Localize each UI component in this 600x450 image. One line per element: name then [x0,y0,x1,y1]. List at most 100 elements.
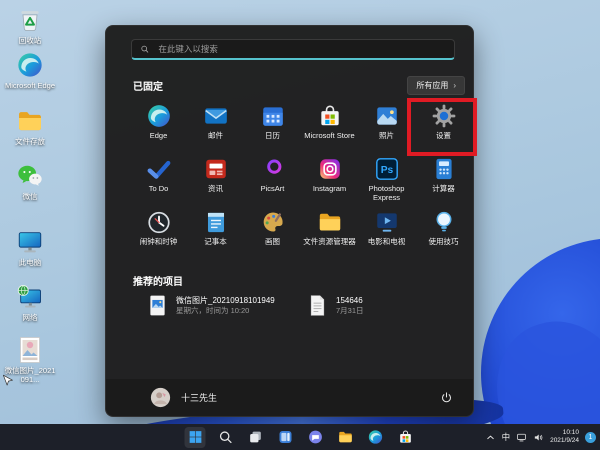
app-calendar[interactable]: 日历 [244,100,301,153]
document-icon [308,294,327,317]
app-movies-tv[interactable]: 电影和电视 [358,206,415,259]
app-news[interactable]: 资讯 [187,153,244,206]
desktop-icon-this-pc[interactable]: 此电脑 [4,228,56,267]
system-tray: 中 10:10 2021/9/24 1 [485,424,596,450]
taskbar-buttons [185,427,416,448]
search-input[interactable] [156,43,446,55]
app-label: To Do [149,185,169,194]
app-picsart[interactable]: PicsArt [244,153,301,206]
desktop-icon-network[interactable]: 网络 [4,283,56,322]
desktop-icon-label: 文件存放 [15,137,45,146]
volume-icon[interactable] [533,432,544,443]
ime-indicator[interactable]: 中 [502,431,511,443]
mail-icon [203,103,229,129]
app-todo[interactable]: To Do [130,153,187,206]
folder-icon [16,107,44,135]
app-label: PicsArt [261,185,285,194]
instagram-icon [317,156,343,182]
widgets-icon [277,429,293,445]
app-edge[interactable]: Edge [130,100,187,153]
app-tips[interactable]: 使用技巧 [415,206,472,259]
app-label: 资讯 [208,185,223,194]
start-menu: 已固定 所有应用 › Edge邮件日历Microsoft Store照片设置To… [105,25,474,417]
notification-badge[interactable]: 1 [585,432,596,443]
wechat-icon [16,162,44,190]
app-label: 闹钟和时钟 [140,238,178,247]
user-name: 十三先生 [181,391,217,404]
app-paint[interactable]: 画图 [244,206,301,259]
desktop-icon-recycle-bin[interactable]: 回收站 [4,6,56,45]
app-label: 使用技巧 [429,238,459,247]
taskbar-edge-button[interactable] [365,427,386,448]
start-icon [187,429,203,445]
app-mail[interactable]: 邮件 [187,100,244,153]
app-calculator[interactable]: 计算器 [415,153,472,206]
tray-date: 2021/9/24 [550,437,579,445]
edge-icon [367,429,383,445]
all-apps-label: 所有应用 [416,80,448,91]
desktop-icon-wechat[interactable]: 微信 [4,162,56,201]
app-label: 画图 [265,238,280,247]
taskbar-search-button[interactable] [215,427,236,448]
task-view-icon [247,429,263,445]
app-store[interactable]: Microsoft Store [301,100,358,153]
calculator-icon [431,156,457,182]
all-apps-button[interactable]: 所有应用 › [407,76,465,95]
picsart-icon [260,156,286,182]
search-box[interactable] [131,39,455,60]
desktop-icon-label: 此电脑 [19,258,42,267]
photos-icon [374,103,400,129]
recycle-bin-icon [16,6,44,34]
user-account-button[interactable]: 十三先生 [150,387,217,408]
recommended-item-text: 1546467月31日 [336,295,364,316]
app-label: Instagram [313,185,346,194]
taskbar-chat-button[interactable] [305,427,326,448]
image-file-icon [148,294,167,317]
app-label: 邮件 [208,132,223,141]
recommended-item-title: 154646 [336,295,364,306]
desktop-icon-edge[interactable]: Microsoft Edge [4,51,56,90]
app-file-explorer[interactable]: 文件资源管理器 [301,206,358,259]
taskbar-file-explorer-button[interactable] [335,427,356,448]
alarms-icon [146,209,172,235]
recommended-title: 推荐的项目 [133,273,183,288]
chat-icon [307,429,323,445]
file-explorer-icon [317,209,343,235]
pinned-title: 已固定 [133,78,163,93]
app-label: 记事本 [204,238,227,247]
recommended-item-image-file[interactable]: 微信图片_20210918101949星期六，时间为 10:20 [148,294,308,317]
app-label: 电影和电视 [368,238,406,247]
power-button[interactable] [435,387,457,409]
app-alarms[interactable]: 闹钟和时钟 [130,206,187,259]
desktop-icon-label: 回收站 [19,36,42,45]
this-pc-icon [16,228,44,256]
avatar [150,387,171,408]
taskbar-widgets-button[interactable] [275,427,296,448]
search-icon [140,44,149,54]
desktop-icon-folder[interactable]: 文件存放 [4,107,56,146]
todo-icon [146,156,172,182]
calendar-icon [260,103,286,129]
clock[interactable]: 10:10 2021/9/24 [550,429,579,446]
taskbar-start-button[interactable] [185,427,206,448]
app-notepad[interactable]: 记事本 [187,206,244,259]
recommended-item-document[interactable]: 1546467月31日 [308,294,468,317]
ps-express-icon: Ps [374,156,400,182]
app-label: 计算器 [432,185,455,194]
notepad-icon [203,209,229,235]
edge-icon [16,51,44,79]
app-label: 照片 [379,132,394,141]
recommended-item-subtitle: 7月31日 [336,306,364,316]
chevron-up-icon[interactable] [485,432,496,443]
edge-icon [146,103,172,129]
app-label: Microsoft Store [304,132,354,141]
network-tray-icon[interactable] [516,432,527,443]
taskbar-task-view-button[interactable] [245,427,266,448]
paint-icon [260,209,286,235]
taskbar-store-button[interactable] [395,427,416,448]
app-instagram[interactable]: Instagram [301,153,358,206]
file-explorer-icon [337,429,353,445]
tray-time: 10:10 [563,429,579,437]
image-thumbnail-icon [16,336,44,364]
app-ps-express[interactable]: PsPhotoshop Express [358,153,415,206]
